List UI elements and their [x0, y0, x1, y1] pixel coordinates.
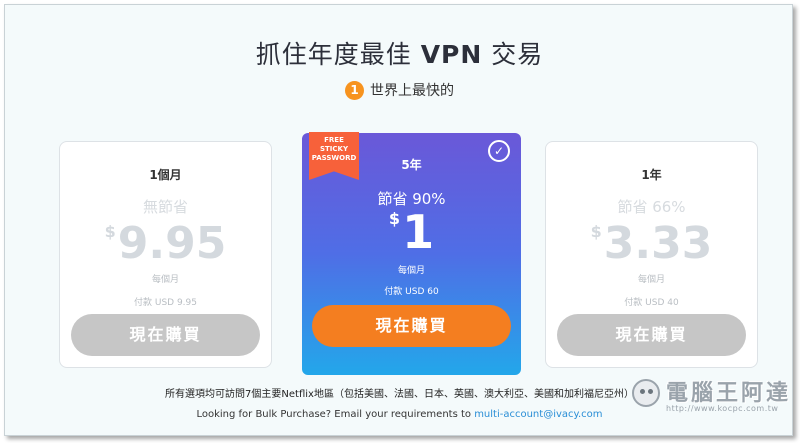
total-payment: 付款 USD 9.95	[134, 298, 197, 308]
price-period-label: 每個月	[151, 275, 179, 285]
watermark-url: http://www.kocpc.com.tw	[666, 404, 779, 413]
plan-card-5-year[interactable]: FREE STICKY PASSWORD ✓ 5年 節省 90% $1 每個月 …	[302, 132, 521, 375]
plan-period: 1年	[641, 168, 662, 182]
plan-price: $3.33	[546, 218, 757, 269]
feature-text: 世界上最快的	[370, 83, 454, 99]
feature-highlight: 1 世界上最快的	[5, 80, 794, 100]
currency-symbol: $	[104, 222, 116, 241]
price-amount: 9.95	[117, 218, 227, 269]
page-title: 抓住年度最佳 VPN 交易	[255, 40, 544, 69]
plan-period: 5年	[401, 158, 422, 172]
plan-savings: 節省 66%	[617, 198, 686, 216]
plan-savings: 無節省	[142, 198, 188, 216]
bulk-email-link[interactable]: multi-account@ivacy.com	[474, 409, 602, 420]
plan-card-1-year: 1年 節省 66% $3.33 每個月 付款 USD 40 現在購買	[545, 141, 758, 368]
total-payment: 付款 USD 60	[384, 287, 439, 297]
buy-now-button[interactable]: 現在購買	[312, 305, 511, 347]
buy-now-button[interactable]: 現在購買	[71, 314, 260, 356]
price-period-label: 每個月	[637, 275, 665, 285]
pricing-panel: 抓住年度最佳 VPN 交易 1 世界上最快的 1個月 無節省 $9.95 每個月 …	[4, 4, 793, 436]
currency-symbol: $	[388, 209, 401, 228]
plan-price: $9.95	[60, 218, 271, 269]
feature-number-badge: 1	[345, 80, 364, 100]
plan-price: $1	[302, 205, 521, 259]
watermark: 電腦王阿達 http://www.kocpc.com.tw	[630, 375, 795, 415]
mascot-logo-icon	[630, 375, 662, 409]
plan-period: 1個月	[149, 168, 182, 182]
currency-symbol: $	[590, 222, 602, 241]
price-period-label: 每個月	[397, 266, 425, 276]
total-payment: 付款 USD 40	[624, 298, 679, 308]
buy-now-button[interactable]: 現在購買	[557, 314, 746, 356]
price-amount: 1	[402, 205, 435, 259]
plan-card-1-month: 1個月 無節省 $9.95 每個月 付款 USD 9.95 現在購買	[59, 141, 272, 368]
watermark-brand: 電腦王阿達	[666, 381, 792, 406]
price-amount: 3.33	[603, 218, 713, 269]
